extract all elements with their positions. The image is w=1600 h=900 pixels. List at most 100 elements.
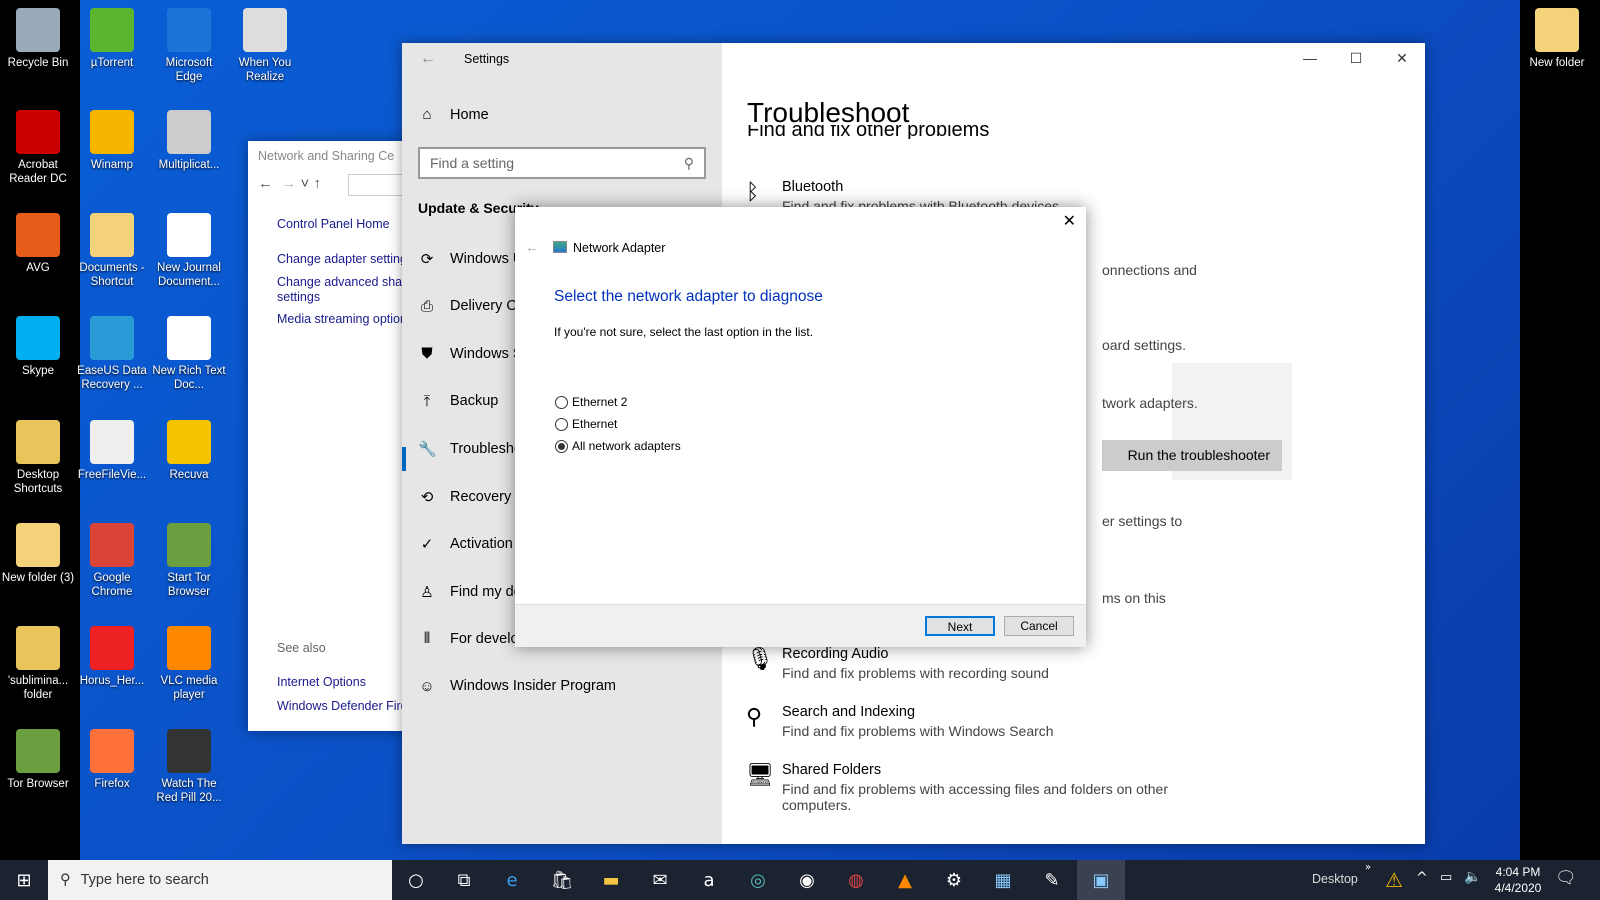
find-setting-input[interactable]: Find a setting ⚲ xyxy=(418,147,706,179)
desktop-icon[interactable]: New folder xyxy=(1519,8,1595,70)
dialog-footer xyxy=(515,604,1086,647)
change-sharing-link[interactable]: Change advanced sharing xyxy=(277,275,408,289)
desktop-icon[interactable]: New folder (3) xyxy=(0,523,76,585)
mail-icon[interactable]: ✉ xyxy=(636,860,684,900)
nav-home[interactable]: ⌂ Home xyxy=(418,106,488,123)
desktop-icon[interactable]: Firefox xyxy=(74,729,150,791)
vlc-taskbar-icon[interactable]: ▲ xyxy=(881,860,929,900)
amazon-icon[interactable]: a xyxy=(685,860,733,900)
media-streaming-link[interactable]: Media streaming options xyxy=(277,312,408,326)
nav-buttons[interactable]: ← → ˅ ↑ xyxy=(258,175,321,192)
desktop-icon[interactable]: Watch The Red Pill 20... xyxy=(151,729,227,805)
desktop-icon[interactable]: 'sublimina... folder xyxy=(0,626,76,702)
close-button[interactable]: ✕ xyxy=(1379,43,1425,73)
minimize-button[interactable]: — xyxy=(1287,43,1333,73)
troubleshooter-item[interactable]: ⚲ Search and Indexing Find and fix problem… xyxy=(746,704,1202,739)
item-desc: Find and fix problems with Windows Searc… xyxy=(782,723,1054,739)
network-diagnostics-taskbar-icon[interactable]: ▣ xyxy=(1077,860,1125,900)
radio-button[interactable] xyxy=(555,417,568,431)
desktop-icon[interactable]: Acrobat Reader DC xyxy=(0,110,76,186)
app-icon[interactable]: ◉ xyxy=(783,860,831,900)
desktop-icon-label: Horus_Her... xyxy=(79,675,145,687)
troubleshooter-item[interactable]: 🖥 Shared Folders Find and fix problems wit… xyxy=(746,762,1202,813)
start-button[interactable]: ⊞ xyxy=(0,860,48,900)
desktop-icon-label: New folder (3) xyxy=(1,572,75,584)
desktop-icon[interactable]: Skype xyxy=(0,316,76,378)
edge-taskbar-icon[interactable]: e xyxy=(488,860,536,900)
desktop-icon[interactable]: Google Chrome xyxy=(74,523,150,599)
battery-icon[interactable]: ▭ xyxy=(1440,870,1452,885)
nav-item[interactable]: ⟲ Recovery xyxy=(418,488,512,506)
taskbar-search[interactable]: ⚲ Type here to search xyxy=(48,860,392,900)
radio-button[interactable] xyxy=(555,439,568,453)
desktop-icon[interactable]: When You Realize xyxy=(227,8,303,84)
chevron-icon[interactable]: » xyxy=(1365,862,1371,873)
desktop-icon[interactable]: Microsoft Edge xyxy=(151,8,227,84)
run-troubleshooter-button[interactable]: Run the troubleshooter xyxy=(1102,440,1282,471)
desktop-icon-label: AVG xyxy=(26,262,50,274)
desktop-icon[interactable]: µTorrent xyxy=(74,8,150,70)
store-taskbar-icon[interactable]: 🛍 xyxy=(538,860,586,900)
backup-icon: ⤒ xyxy=(423,392,431,410)
desktop-icon[interactable]: FreeFileVie... xyxy=(74,420,150,482)
warning-icon[interactable]: ⚠ xyxy=(1385,868,1403,892)
desktop-toolbar-label[interactable]: Desktop xyxy=(1312,872,1358,886)
desktop-icon[interactable]: Winamp xyxy=(74,110,150,172)
desktop-icon[interactable]: Recycle Bin xyxy=(0,8,76,70)
paint-icon[interactable]: ✎ xyxy=(1028,860,1076,900)
maximize-button[interactable]: ☐ xyxy=(1333,43,1379,73)
desktop-icon[interactable]: New Rich Text Doc... xyxy=(151,316,227,392)
cortana-icon[interactable]: ○ xyxy=(392,860,440,900)
task-view-icon[interactable]: ⧉ xyxy=(440,860,488,900)
cancel-button[interactable]: Cancel xyxy=(1004,616,1074,636)
internet-options-link[interactable]: Internet Options xyxy=(277,675,366,689)
desktop-icon-image xyxy=(167,523,211,567)
desktop-icon[interactable]: Tor Browser xyxy=(0,729,76,791)
back-icon[interactable]: ← xyxy=(525,239,539,255)
troubleshooter-item[interactable]: 🎙 Recording Audio Find and fix problems wi… xyxy=(746,646,1202,681)
desktop-icon[interactable]: Documents - Shortcut xyxy=(74,213,150,289)
desktop-icon[interactable]: AVG xyxy=(0,213,76,275)
chrome-taskbar-icon[interactable]: ◍ xyxy=(832,860,880,900)
item-title: Bluetooth xyxy=(782,179,844,195)
subheading: Find and fix other problems xyxy=(747,125,990,139)
desktop-icon[interactable]: EaseUS Data Recovery ... xyxy=(74,316,150,392)
nav-item[interactable]: ☺ Windows Insider Program xyxy=(418,678,616,695)
tripadvisor-icon[interactable]: ◎ xyxy=(734,860,782,900)
firewall-link[interactable]: Windows Defender Firewall xyxy=(277,699,408,713)
address-bar[interactable] xyxy=(348,174,408,196)
adapter-option[interactable]: All network adapters xyxy=(555,439,681,453)
change-sharing-link-2[interactable]: settings xyxy=(277,290,320,304)
nav-item[interactable]: ⤒ Backup xyxy=(418,392,499,410)
nav-label: Activation xyxy=(450,536,513,552)
microphone-icon: 🎙 xyxy=(746,646,774,671)
radio-button[interactable] xyxy=(555,395,568,409)
desktop-icon[interactable]: Start Tor Browser xyxy=(151,523,227,599)
control-panel-taskbar-icon[interactable]: ▦ xyxy=(979,860,1027,900)
desktop-icon[interactable]: New Journal Document... xyxy=(151,213,227,289)
control-panel-home-link[interactable]: Control Panel Home xyxy=(277,217,390,231)
clock[interactable]: 4:04 PM 4/4/2020 xyxy=(1488,864,1548,896)
adapter-option[interactable]: Ethernet xyxy=(555,417,617,431)
desktop-icon[interactable]: Multiplicat... xyxy=(151,110,227,172)
next-button[interactable]: Next xyxy=(925,616,995,636)
volume-icon[interactable]: 🔈 xyxy=(1464,869,1481,885)
desktop-icon[interactable]: Recuva xyxy=(151,420,227,482)
show-hidden-icons[interactable]: ^ xyxy=(1416,870,1428,886)
network-adapter-dialog[interactable]: ✕ ← Network Adapter Select the network a… xyxy=(515,207,1086,647)
desktop-icon[interactable]: Horus_Her... xyxy=(74,626,150,688)
close-button[interactable]: ✕ xyxy=(1063,211,1076,231)
change-adapter-link[interactable]: Change adapter settings xyxy=(277,252,408,266)
item-title: Recording Audio xyxy=(782,646,889,662)
network-sharing-center-window[interactable]: Network and Sharing Ce ← → ˅ ↑ Control P… xyxy=(248,141,408,731)
refresh-icon: ⟳ xyxy=(420,251,434,268)
window-title: Settings xyxy=(464,52,510,66)
notifications-icon[interactable]: 🗨 xyxy=(1555,868,1577,888)
back-icon[interactable]: ← xyxy=(420,50,436,68)
nav-item[interactable]: ✓ Activation xyxy=(418,535,513,553)
adapter-option[interactable]: Ethernet 2 xyxy=(555,395,627,409)
desktop-icon[interactable]: VLC media player xyxy=(151,626,227,702)
desktop-icon[interactable]: Desktop Shortcuts xyxy=(0,420,76,496)
settings-taskbar-icon[interactable]: ⚙ xyxy=(930,860,978,900)
file-explorer-icon[interactable]: ▬ xyxy=(587,860,635,900)
